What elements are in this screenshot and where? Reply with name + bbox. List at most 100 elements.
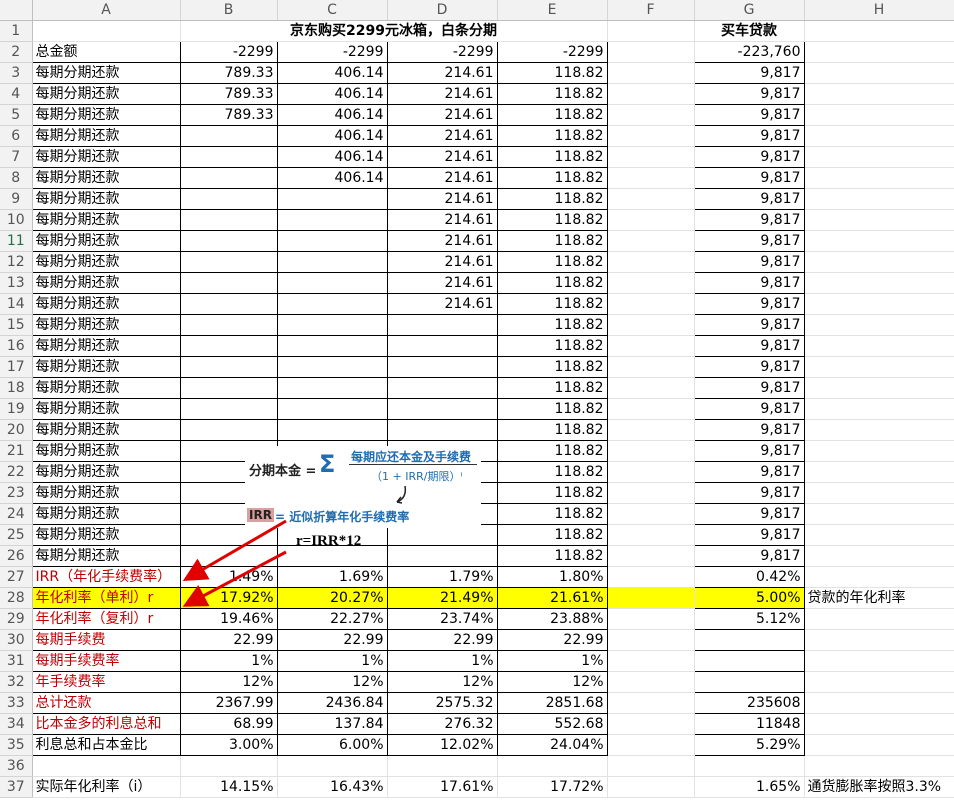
value-cell[interactable]	[607, 482, 695, 504]
value-cell[interactable]	[607, 440, 695, 462]
value-cell[interactable]	[804, 419, 954, 441]
value-cell[interactable]	[276, 314, 388, 336]
row-header[interactable]: 8	[0, 167, 33, 189]
value-cell[interactable]: 22.99	[179, 629, 278, 651]
row-label-cell[interactable]: 每期分期还款	[31, 482, 181, 504]
row-header[interactable]: 29	[0, 608, 33, 630]
value-cell[interactable]	[804, 734, 954, 756]
value-cell[interactable]	[607, 650, 695, 672]
value-cell[interactable]	[179, 335, 278, 357]
row-header[interactable]: 12	[0, 251, 33, 273]
value-cell[interactable]: 118.82	[496, 419, 608, 441]
value-cell[interactable]: 16.43%	[277, 776, 388, 798]
value-cell[interactable]: 1.69%	[276, 566, 388, 588]
value-cell[interactable]: 118.82	[496, 482, 608, 504]
row-label-cell[interactable]: 每期分期还款	[31, 146, 181, 168]
value-cell[interactable]	[804, 167, 954, 189]
value-cell[interactable]	[179, 251, 278, 273]
value-cell[interactable]	[804, 188, 954, 210]
value-cell[interactable]: 5.00%	[693, 587, 805, 609]
value-cell[interactable]	[804, 356, 954, 378]
value-cell[interactable]	[804, 230, 954, 252]
value-cell[interactable]	[804, 104, 954, 126]
column-header-b[interactable]: B	[180, 0, 278, 21]
row-header[interactable]: 37	[0, 776, 33, 798]
value-cell[interactable]	[804, 650, 954, 672]
value-cell[interactable]	[607, 692, 695, 714]
value-cell[interactable]: 2367.99	[179, 692, 278, 714]
value-cell[interactable]: 118.82	[496, 188, 608, 210]
value-cell[interactable]	[276, 293, 388, 315]
value-cell[interactable]	[179, 293, 278, 315]
value-cell[interactable]: 9,817	[693, 377, 805, 399]
value-cell[interactable]	[179, 146, 278, 168]
sheet-title-cell[interactable]: 京东购买2299元冰箱，白条分期	[180, 20, 608, 42]
row-header[interactable]: 25	[0, 524, 33, 546]
row-label-cell[interactable]: 年化利率（单利）r	[31, 587, 181, 609]
row-header[interactable]: 13	[0, 272, 33, 294]
value-cell[interactable]	[804, 209, 954, 231]
value-cell[interactable]: 22.99	[386, 629, 498, 651]
value-cell[interactable]: 118.82	[496, 293, 608, 315]
row-label-cell[interactable]: 每期手续费率	[31, 650, 181, 672]
value-cell[interactable]: 9,817	[693, 335, 805, 357]
column-header-f[interactable]: F	[607, 0, 695, 21]
value-cell[interactable]: 118.82	[496, 398, 608, 420]
value-cell[interactable]: 22.99	[496, 629, 608, 651]
value-cell[interactable]: 214.61	[386, 293, 498, 315]
value-cell[interactable]	[804, 692, 954, 714]
row-label-cell[interactable]: 每期分期还款	[31, 314, 181, 336]
value-cell[interactable]	[179, 314, 278, 336]
value-cell[interactable]	[804, 629, 954, 651]
value-cell[interactable]: -2299	[179, 41, 278, 63]
value-cell[interactable]	[386, 356, 498, 378]
value-cell[interactable]: 214.61	[386, 125, 498, 147]
value-cell[interactable]	[607, 104, 695, 126]
value-cell[interactable]	[804, 83, 954, 105]
value-cell[interactable]: 118.82	[496, 356, 608, 378]
value-cell[interactable]	[607, 356, 695, 378]
row-label-cell[interactable]: 每期分期还款	[31, 545, 181, 567]
value-cell[interactable]: 9,817	[693, 251, 805, 273]
value-cell[interactable]	[607, 167, 695, 189]
value-cell[interactable]	[804, 293, 954, 315]
value-cell[interactable]: 9,817	[693, 209, 805, 231]
row-header[interactable]: 16	[0, 335, 33, 357]
value-cell[interactable]	[607, 524, 695, 546]
value-cell[interactable]: 214.61	[386, 146, 498, 168]
value-cell[interactable]: 276.32	[386, 713, 498, 735]
value-cell[interactable]	[179, 230, 278, 252]
value-cell[interactable]: 1.49%	[179, 566, 278, 588]
value-cell[interactable]: 11848	[693, 713, 805, 735]
row-header[interactable]: 33	[0, 692, 33, 714]
row-label-cell[interactable]: 每期分期还款	[31, 461, 181, 483]
value-cell[interactable]: 1%	[496, 650, 608, 672]
value-cell[interactable]: 406.14	[276, 167, 388, 189]
value-cell[interactable]: 118.82	[496, 524, 608, 546]
row-label-cell[interactable]: 每期分期还款	[31, 440, 181, 462]
value-cell[interactable]: 14.15%	[180, 776, 278, 798]
value-cell[interactable]	[693, 650, 805, 672]
value-cell[interactable]	[276, 251, 388, 273]
value-cell[interactable]	[804, 524, 954, 546]
value-cell[interactable]: 406.14	[276, 146, 388, 168]
row-label-cell[interactable]: 每期分期还款	[31, 188, 181, 210]
car-loan-title-cell[interactable]: 买车贷款	[694, 20, 805, 42]
row-header[interactable]: 35	[0, 734, 33, 756]
value-cell[interactable]	[693, 671, 805, 693]
value-cell[interactable]	[804, 461, 954, 483]
value-cell[interactable]: 12%	[276, 671, 388, 693]
value-cell[interactable]: 20.27%	[276, 587, 388, 609]
value-cell[interactable]	[276, 398, 388, 420]
value-cell[interactable]: -2299	[496, 41, 608, 63]
value-cell[interactable]	[607, 734, 695, 756]
value-cell[interactable]	[804, 314, 954, 336]
value-cell[interactable]	[607, 209, 695, 231]
row-label-cell[interactable]: 每期分期还款	[31, 356, 181, 378]
row-label-cell[interactable]: 每期分期还款	[31, 503, 181, 525]
value-cell[interactable]	[607, 776, 695, 798]
value-cell[interactable]: 17.72%	[497, 776, 608, 798]
value-cell[interactable]	[607, 125, 695, 147]
value-cell[interactable]: 1%	[386, 650, 498, 672]
value-cell[interactable]: 137.84	[276, 713, 388, 735]
